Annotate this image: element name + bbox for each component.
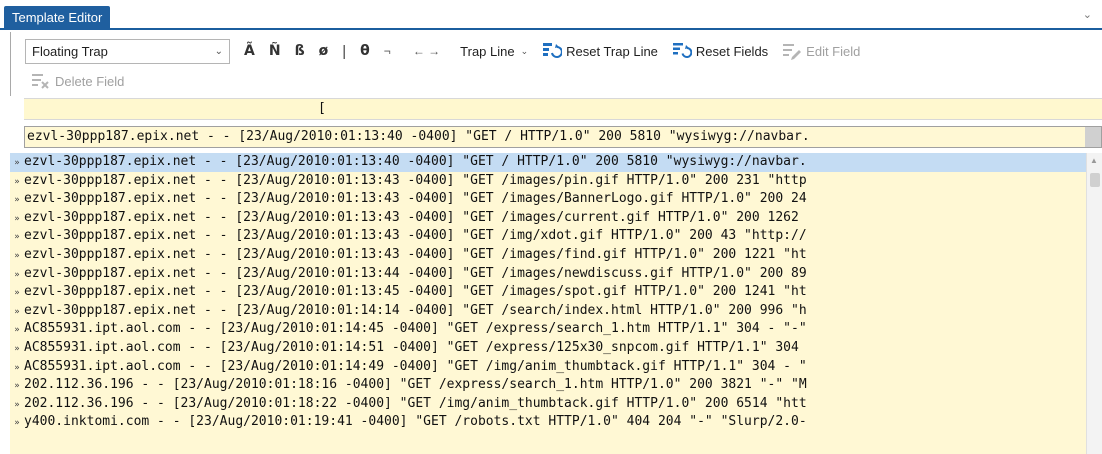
row-marker-icon: »: [14, 343, 20, 354]
text-cursor-marker: [: [318, 101, 326, 116]
log-line-text: ezvl-30ppp187.epix.net - - [23/Aug/2010:…: [24, 302, 807, 318]
marker-gutter: [0, 98, 24, 120]
row-marker-icon: »: [14, 418, 20, 429]
row-marker-icon: »: [14, 269, 20, 280]
row-marker-icon: »: [14, 306, 20, 317]
vertical-scrollbar[interactable]: ▲: [1086, 153, 1102, 454]
insert-char-pipe-button[interactable]: |: [342, 43, 346, 60]
toolbar-row-2: Delete Field: [31, 68, 124, 94]
log-line-text: ezvl-30ppp187.epix.net - - [23/Aug/2010:…: [24, 228, 807, 244]
row-marker-icon: »: [14, 195, 20, 206]
list-item[interactable]: » ezvl-30ppp187.epix.net - - [23/Aug/2010…: [10, 172, 1102, 191]
chevron-down-icon[interactable]: ⌄: [1083, 8, 1092, 21]
list-item[interactable]: » ezvl-30ppp187.epix.net - - [23/Aug/2010…: [10, 283, 1102, 302]
insert-char-n-tilde-button[interactable]: Ñ: [269, 43, 281, 59]
scrollbar-thumb[interactable]: [1085, 127, 1101, 147]
trap-type-select-value: Floating Trap: [32, 43, 108, 59]
delete-field-button[interactable]: Delete Field: [31, 72, 124, 90]
tab-template-editor[interactable]: Template Editor: [4, 6, 111, 30]
tab-strip: Template Editor ⌄: [0, 0, 1102, 30]
log-line-text: ezvl-30ppp187.epix.net - - [23/Aug/2010:…: [24, 265, 807, 281]
row-marker-icon: »: [14, 325, 20, 336]
insert-char-arrows-button[interactable]: ← →: [413, 44, 440, 58]
trap-type-select[interactable]: Floating Trap ⌄: [25, 38, 230, 64]
log-line-text: AC855931.ipt.aol.com - - [23/Aug/2010:01…: [24, 321, 807, 337]
log-line-text: 202.112.36.196 - - [23/Aug/2010:01:18:22…: [24, 395, 807, 411]
log-line-text: 202.112.36.196 - - [23/Aug/2010:01:18:16…: [24, 377, 807, 393]
list-item[interactable]: » ezvl-30ppp187.epix.net - - [23/Aug/2010…: [10, 246, 1102, 265]
list-item[interactable]: » AC855931.ipt.aol.com - - [23/Aug/2010:0…: [10, 320, 1102, 339]
chevron-down-icon: ⌄: [520, 45, 529, 56]
row-marker-icon: »: [14, 176, 20, 187]
list-item[interactable]: » ezvl-30ppp187.epix.net - - [23/Aug/2010…: [10, 153, 1102, 172]
row-marker-icon: »: [14, 232, 20, 243]
insert-char-theta-button[interactable]: θ: [360, 43, 370, 59]
list-item[interactable]: » ezvl-30ppp187.epix.net - - [23/Aug/2010…: [10, 265, 1102, 284]
list-item[interactable]: » ezvl-30ppp187.epix.net - - [23/Aug/2010…: [10, 190, 1102, 209]
field-marker-bar[interactable]: [: [24, 98, 1102, 120]
list-item[interactable]: » 202.112.36.196 - - [23/Aug/2010:01:18:1…: [10, 376, 1102, 395]
list-item[interactable]: » AC855931.ipt.aol.com - - [23/Aug/2010:0…: [10, 339, 1102, 358]
toolbar-row-1: Floating Trap ⌄ Ã Ñ ß ø | θ ¬ ← → Trap L…: [25, 38, 860, 64]
log-line-text: AC855931.ipt.aol.com - - [23/Aug/2010:01…: [24, 339, 807, 355]
log-line-text: ezvl-30ppp187.epix.net - - [23/Aug/2010:…: [24, 172, 807, 188]
insert-char-o-slash-button[interactable]: ø: [319, 43, 329, 59]
log-line-text: ezvl-30ppp187.epix.net - - [23/Aug/2010:…: [24, 191, 807, 207]
edit-field-button[interactable]: Edit Field: [782, 42, 860, 60]
row-marker-icon: »: [14, 362, 20, 373]
row-marker-icon: »: [14, 288, 20, 299]
log-lines-list[interactable]: » ezvl-30ppp187.epix.net - - [23/Aug/2010…: [10, 153, 1102, 454]
reset-fields-icon: [672, 42, 693, 60]
reset-fields-button[interactable]: Reset Fields: [672, 42, 768, 60]
insert-char-sharp-s-button[interactable]: ß: [295, 43, 305, 59]
edit-field-icon: [782, 42, 802, 60]
insert-char-a-tilde-button[interactable]: Ã: [244, 43, 255, 59]
scroll-up-icon[interactable]: ▲: [1090, 156, 1098, 165]
log-line-text: ezvl-30ppp187.epix.net - - [23/Aug/2010:…: [24, 284, 807, 300]
row-marker-icon: »: [14, 399, 20, 410]
trap-line-text: ezvl-30ppp187.epix.net - - [23/Aug/2010:…: [27, 129, 810, 144]
list-item[interactable]: » y400.inktomi.com - - [23/Aug/2010:01:19…: [10, 413, 1102, 432]
log-line-text: y400.inktomi.com - - [23/Aug/2010:01:19:…: [24, 414, 807, 430]
chevron-down-icon: ⌄: [214, 45, 223, 57]
row-marker-icon: »: [14, 213, 20, 224]
row-marker-icon: »: [14, 381, 20, 392]
trap-line-dropdown[interactable]: Trap Line ⌄: [460, 44, 528, 59]
log-line-text: ezvl-30ppp187.epix.net - - [23/Aug/2010:…: [24, 246, 807, 262]
toolbar: Floating Trap ⌄ Ã Ñ ß ø | θ ¬ ← → Trap L…: [10, 32, 1102, 96]
log-line-text: ezvl-30ppp187.epix.net - - [23/Aug/2010:…: [24, 209, 807, 225]
delete-field-label: Delete Field: [55, 73, 125, 89]
log-rows: » ezvl-30ppp187.epix.net - - [23/Aug/2010…: [10, 153, 1102, 432]
list-item[interactable]: » AC855931.ipt.aol.com - - [23/Aug/2010:0…: [10, 358, 1102, 377]
list-item[interactable]: » ezvl-30ppp187.epix.net - - [23/Aug/2010…: [10, 227, 1102, 246]
log-line-text: ezvl-30ppp187.epix.net - - [23/Aug/2010:…: [24, 154, 807, 169]
row-marker-icon: »: [14, 250, 20, 261]
list-item[interactable]: » ezvl-30ppp187.epix.net - - [23/Aug/2010…: [10, 209, 1102, 228]
reset-trap-line-label: Reset Trap Line: [566, 43, 658, 59]
reset-trap-line-button[interactable]: Reset Trap Line: [542, 42, 658, 60]
trap-line-display[interactable]: ezvl-30ppp187.epix.net - - [23/Aug/2010:…: [24, 126, 1102, 148]
edit-field-label: Edit Field: [806, 43, 861, 59]
delete-field-icon: [31, 72, 51, 90]
reset-fields-label: Reset Fields: [695, 43, 769, 59]
log-line-text: AC855931.ipt.aol.com - - [23/Aug/2010:01…: [24, 358, 807, 374]
list-item[interactable]: » ezvl-30ppp187.epix.net - - [23/Aug/2010…: [10, 302, 1102, 321]
insert-char-not-button[interactable]: ¬: [384, 44, 391, 58]
scrollbar-thumb[interactable]: [1090, 173, 1100, 187]
trap-line-label: Trap Line: [460, 43, 515, 59]
list-item[interactable]: » 202.112.36.196 - - [23/Aug/2010:01:18:2…: [10, 395, 1102, 414]
row-marker-icon: »: [14, 158, 20, 168]
reset-trap-line-icon: [542, 42, 563, 60]
